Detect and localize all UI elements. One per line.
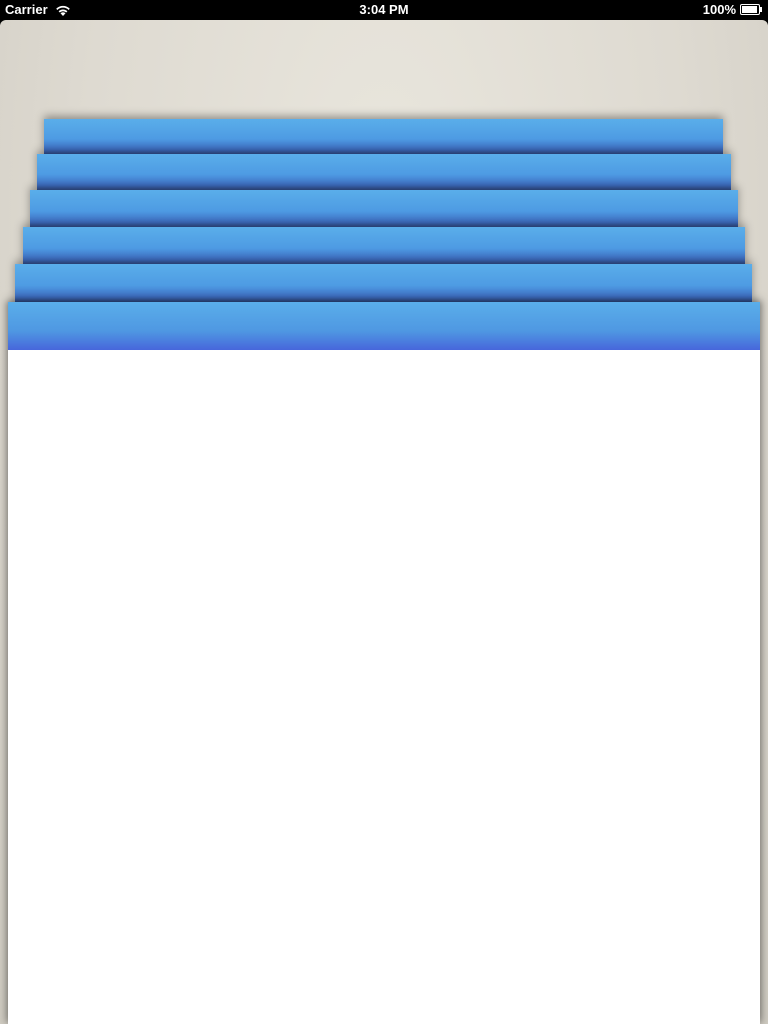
stacked-card-2[interactable] (37, 154, 731, 191)
stacked-card-5[interactable] (15, 264, 752, 303)
stacked-card-3[interactable] (30, 190, 738, 228)
front-card-content (8, 350, 760, 1024)
stacked-card-1[interactable] (44, 119, 723, 155)
battery-icon (740, 4, 762, 15)
front-card-header[interactable] (8, 302, 760, 350)
front-card[interactable] (8, 302, 760, 1024)
battery-percent: 100% (702, 2, 736, 17)
status-right: 100% (703, 2, 762, 17)
status-time: 3:04 PM (359, 2, 409, 17)
app-screen (0, 20, 768, 1024)
status-bar: Carrier 3:04 PM 100% (0, 0, 768, 20)
stacked-card-4[interactable] (23, 227, 745, 265)
